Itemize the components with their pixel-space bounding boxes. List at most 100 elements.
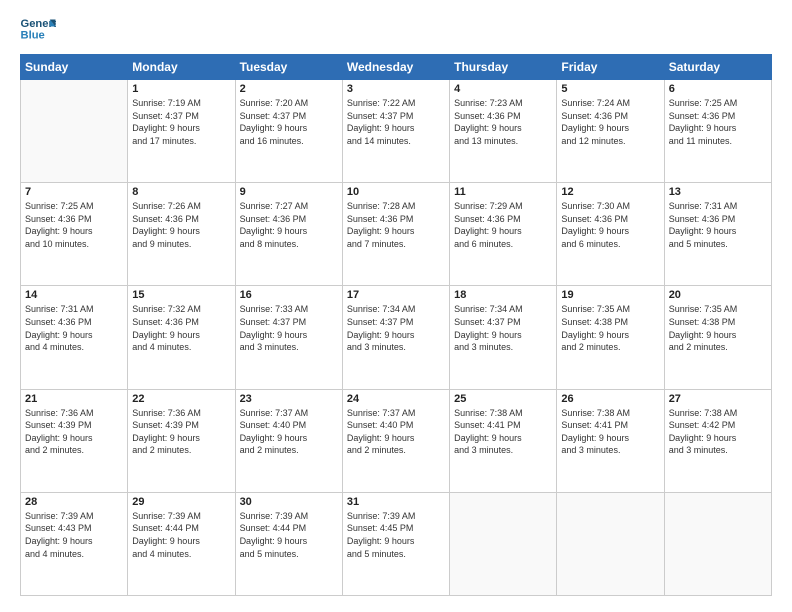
day-number: 18 [454, 289, 552, 301]
day-info: Sunrise: 7:36 AM Sunset: 4:39 PM Dayligh… [132, 407, 230, 457]
day-number: 20 [669, 289, 767, 301]
calendar-cell [450, 492, 557, 595]
day-info: Sunrise: 7:34 AM Sunset: 4:37 PM Dayligh… [347, 303, 445, 353]
day-info: Sunrise: 7:38 AM Sunset: 4:42 PM Dayligh… [669, 407, 767, 457]
week-row-1: 7 Sunrise: 7:25 AM Sunset: 4:36 PM Daylig… [21, 183, 772, 286]
calendar-cell: 23 Sunrise: 7:37 AM Sunset: 4:40 PM Dayli… [235, 389, 342, 492]
calendar-cell: 19 Sunrise: 7:35 AM Sunset: 4:38 PM Dayli… [557, 286, 664, 389]
header: General Blue [20, 16, 772, 44]
day-info: Sunrise: 7:25 AM Sunset: 4:36 PM Dayligh… [669, 97, 767, 147]
calendar-cell: 26 Sunrise: 7:38 AM Sunset: 4:41 PM Dayli… [557, 389, 664, 492]
calendar-cell: 9Sunrise: 7:27 AM Sunset: 4:36 PM Daylig… [235, 183, 342, 286]
calendar-cell: 2Sunrise: 7:20 AM Sunset: 4:37 PM Daylig… [235, 80, 342, 183]
day-number: 26 [561, 393, 659, 405]
calendar-cell: 28 Sunrise: 7:39 AM Sunset: 4:43 PM Dayli… [21, 492, 128, 595]
weekday-header-row: SundayMondayTuesdayWednesdayThursdayFrid… [21, 55, 772, 80]
week-row-2: 14 Sunrise: 7:31 AM Sunset: 4:36 PM Dayli… [21, 286, 772, 389]
day-info: Sunrise: 7:36 AM Sunset: 4:39 PM Dayligh… [25, 407, 123, 457]
day-info: Sunrise: 7:22 AM Sunset: 4:37 PM Dayligh… [347, 97, 445, 147]
day-number: 15 [132, 289, 230, 301]
day-number: 2 [240, 83, 338, 95]
day-info: Sunrise: 7:32 AM Sunset: 4:36 PM Dayligh… [132, 303, 230, 353]
logo: General Blue [20, 16, 56, 44]
day-info: Sunrise: 7:38 AM Sunset: 4:41 PM Dayligh… [454, 407, 552, 457]
calendar-cell: 10 Sunrise: 7:28 AM Sunset: 4:36 PM Dayli… [342, 183, 449, 286]
calendar-cell: 25 Sunrise: 7:38 AM Sunset: 4:41 PM Dayli… [450, 389, 557, 492]
calendar-cell: 5Sunrise: 7:24 AM Sunset: 4:36 PM Daylig… [557, 80, 664, 183]
weekday-header-monday: Monday [128, 55, 235, 80]
day-number: 14 [25, 289, 123, 301]
calendar-cell: 27 Sunrise: 7:38 AM Sunset: 4:42 PM Dayli… [664, 389, 771, 492]
day-number: 11 [454, 186, 552, 198]
day-info: Sunrise: 7:24 AM Sunset: 4:36 PM Dayligh… [561, 97, 659, 147]
day-info: Sunrise: 7:39 AM Sunset: 4:45 PM Dayligh… [347, 510, 445, 560]
weekday-header-tuesday: Tuesday [235, 55, 342, 80]
day-info: Sunrise: 7:33 AM Sunset: 4:37 PM Dayligh… [240, 303, 338, 353]
week-row-3: 21 Sunrise: 7:36 AM Sunset: 4:39 PM Dayli… [21, 389, 772, 492]
day-info: Sunrise: 7:25 AM Sunset: 4:36 PM Dayligh… [25, 200, 123, 250]
calendar-cell: 30 Sunrise: 7:39 AM Sunset: 4:44 PM Dayli… [235, 492, 342, 595]
calendar-cell: 21 Sunrise: 7:36 AM Sunset: 4:39 PM Dayli… [21, 389, 128, 492]
calendar-cell: 7 Sunrise: 7:25 AM Sunset: 4:36 PM Daylig… [21, 183, 128, 286]
day-info: Sunrise: 7:27 AM Sunset: 4:36 PM Dayligh… [240, 200, 338, 250]
calendar-cell: 6 Sunrise: 7:25 AM Sunset: 4:36 PM Daylig… [664, 80, 771, 183]
calendar-cell [557, 492, 664, 595]
logo-icon: General Blue [20, 16, 56, 44]
day-info: Sunrise: 7:38 AM Sunset: 4:41 PM Dayligh… [561, 407, 659, 457]
calendar-cell: 15 Sunrise: 7:32 AM Sunset: 4:36 PM Dayli… [128, 286, 235, 389]
calendar-cell: 13Sunrise: 7:31 AM Sunset: 4:36 PM Dayli… [664, 183, 771, 286]
calendar-cell: 31Sunrise: 7:39 AM Sunset: 4:45 PM Dayli… [342, 492, 449, 595]
day-number: 6 [669, 83, 767, 95]
day-number: 13 [669, 186, 767, 198]
calendar-cell: 22 Sunrise: 7:36 AM Sunset: 4:39 PM Dayli… [128, 389, 235, 492]
calendar-cell: 12Sunrise: 7:30 AM Sunset: 4:36 PM Dayli… [557, 183, 664, 286]
weekday-header-friday: Friday [557, 55, 664, 80]
weekday-header-wednesday: Wednesday [342, 55, 449, 80]
day-number: 19 [561, 289, 659, 301]
page: General Blue SundayMondayTuesdayWednesda… [0, 0, 792, 612]
day-number: 27 [669, 393, 767, 405]
day-info: Sunrise: 7:28 AM Sunset: 4:36 PM Dayligh… [347, 200, 445, 250]
week-row-4: 28 Sunrise: 7:39 AM Sunset: 4:43 PM Dayli… [21, 492, 772, 595]
day-info: Sunrise: 7:35 AM Sunset: 4:38 PM Dayligh… [561, 303, 659, 353]
day-info: Sunrise: 7:34 AM Sunset: 4:37 PM Dayligh… [454, 303, 552, 353]
day-number: 4 [454, 83, 552, 95]
calendar-cell: 11Sunrise: 7:29 AM Sunset: 4:36 PM Dayli… [450, 183, 557, 286]
day-number: 16 [240, 289, 338, 301]
calendar-cell: 4 Sunrise: 7:23 AM Sunset: 4:36 PM Daylig… [450, 80, 557, 183]
day-number: 1 [132, 83, 230, 95]
day-info: Sunrise: 7:39 AM Sunset: 4:43 PM Dayligh… [25, 510, 123, 560]
day-number: 12 [561, 186, 659, 198]
calendar-cell [21, 80, 128, 183]
weekday-header-thursday: Thursday [450, 55, 557, 80]
calendar-cell: 3 Sunrise: 7:22 AM Sunset: 4:37 PM Daylig… [342, 80, 449, 183]
day-number: 30 [240, 496, 338, 508]
calendar-cell: 17 Sunrise: 7:34 AM Sunset: 4:37 PM Dayli… [342, 286, 449, 389]
day-number: 8 [132, 186, 230, 198]
calendar-table: SundayMondayTuesdayWednesdayThursdayFrid… [20, 54, 772, 596]
day-number: 7 [25, 186, 123, 198]
day-number: 25 [454, 393, 552, 405]
day-info: Sunrise: 7:23 AM Sunset: 4:36 PM Dayligh… [454, 97, 552, 147]
calendar-cell: 29Sunrise: 7:39 AM Sunset: 4:44 PM Dayli… [128, 492, 235, 595]
day-info: Sunrise: 7:37 AM Sunset: 4:40 PM Dayligh… [240, 407, 338, 457]
day-number: 3 [347, 83, 445, 95]
calendar-cell: 16 Sunrise: 7:33 AM Sunset: 4:37 PM Dayli… [235, 286, 342, 389]
calendar-cell: 18 Sunrise: 7:34 AM Sunset: 4:37 PM Dayli… [450, 286, 557, 389]
day-info: Sunrise: 7:35 AM Sunset: 4:38 PM Dayligh… [669, 303, 767, 353]
calendar-cell: 8Sunrise: 7:26 AM Sunset: 4:36 PM Daylig… [128, 183, 235, 286]
weekday-header-sunday: Sunday [21, 55, 128, 80]
day-info: Sunrise: 7:39 AM Sunset: 4:44 PM Dayligh… [240, 510, 338, 560]
calendar-cell [664, 492, 771, 595]
day-number: 28 [25, 496, 123, 508]
day-info: Sunrise: 7:19 AM Sunset: 4:37 PM Dayligh… [132, 97, 230, 147]
calendar-cell: 1 Sunrise: 7:19 AM Sunset: 4:37 PM Daylig… [128, 80, 235, 183]
day-number: 10 [347, 186, 445, 198]
day-number: 22 [132, 393, 230, 405]
calendar-cell: 14 Sunrise: 7:31 AM Sunset: 4:36 PM Dayli… [21, 286, 128, 389]
day-number: 21 [25, 393, 123, 405]
day-number: 17 [347, 289, 445, 301]
day-number: 29 [132, 496, 230, 508]
day-number: 23 [240, 393, 338, 405]
day-info: Sunrise: 7:31 AM Sunset: 4:36 PM Dayligh… [25, 303, 123, 353]
